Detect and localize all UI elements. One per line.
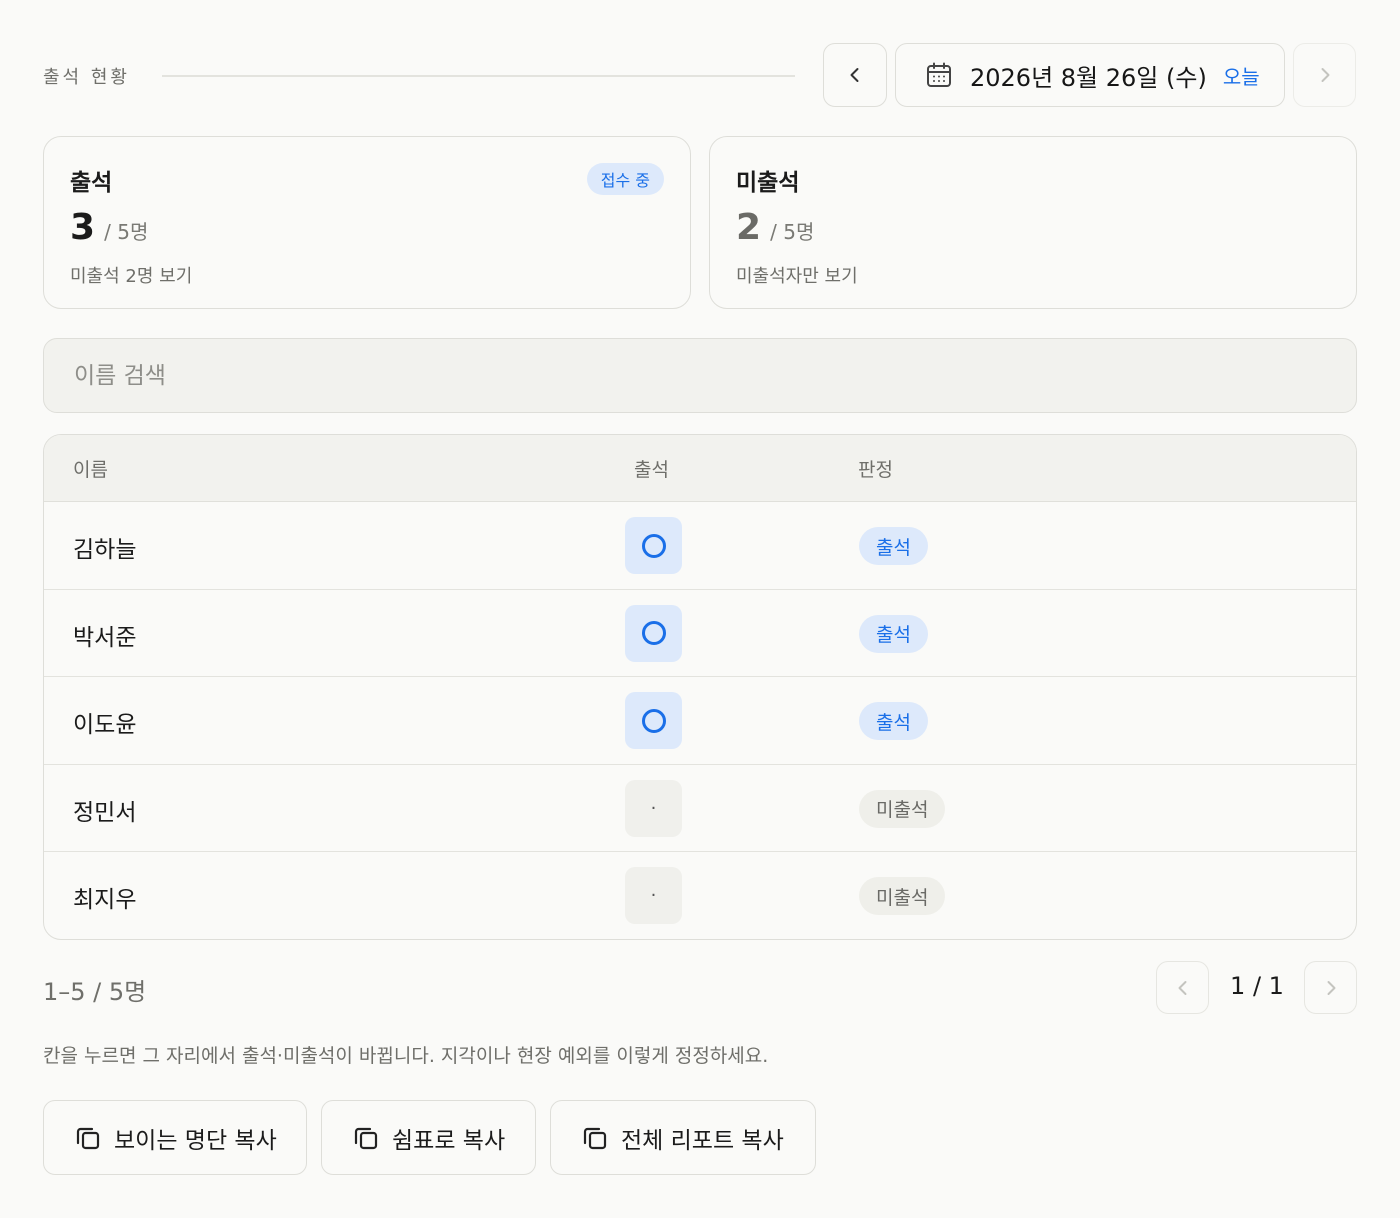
attendance-toggle[interactable]: · [625, 779, 682, 837]
absent-count: 2 / 5명 [736, 207, 814, 248]
copy-csv-button[interactable]: 쉼표로 복사 [321, 1100, 536, 1175]
attendance-toggle[interactable] [625, 517, 682, 574]
attendance-table: 이름 출석 판정 김하늘 출석 박서준 출석 이도윤 출석 정민서 · 미출석 … [43, 434, 1357, 940]
copy-icon [583, 1127, 607, 1149]
table-row: 김하늘 출석 [44, 502, 1356, 590]
present-mark-icon [641, 533, 666, 558]
name-search-input[interactable] [43, 338, 1357, 413]
present-card-label: 출석 [70, 170, 113, 196]
verdict-badge: 출석 [859, 702, 928, 740]
view-absent-link[interactable]: 미출석 2명 보기 [70, 262, 192, 288]
present-count-number: 3 [70, 207, 96, 248]
absent-only-link[interactable]: 미출석자만 보기 [736, 262, 858, 288]
copy-icon [354, 1127, 378, 1149]
present-mark-icon [641, 708, 666, 733]
absent-summary-card[interactable]: 미출석 2 / 5명 미출석자만 보기 [709, 136, 1357, 309]
student-name: 최지우 [73, 887, 137, 913]
verdict-badge: 출석 [859, 527, 928, 565]
prev-page-button[interactable] [1156, 961, 1209, 1014]
absent-mark: · [650, 885, 657, 906]
present-count-total: / 5명 [104, 220, 149, 244]
absent-count-total: / 5명 [770, 220, 815, 244]
present-count: 3 / 5명 [70, 207, 148, 248]
date-picker[interactable]: 2026년 8월 26일 (수) 오늘 [895, 43, 1285, 107]
today-link[interactable]: 오늘 [1223, 61, 1260, 90]
prev-day-button[interactable] [823, 43, 887, 107]
attendance-page: 출석 현황 2026년 8월 26일 (수) 오늘 출석 접수 중 3 / 5명… [0, 0, 1400, 1218]
copy-visible-label: 보이는 명단 복사 [114, 1127, 277, 1154]
next-page-button[interactable] [1304, 961, 1357, 1014]
absent-card-label: 미출석 [736, 170, 800, 196]
calendar-icon [927, 62, 951, 87]
present-mark-icon [641, 621, 666, 645]
verdict-badge: 미출석 [859, 877, 946, 915]
attendance-toggle[interactable] [625, 604, 682, 662]
attendance-toggle[interactable]: · [625, 867, 682, 924]
chevron-left-icon [1178, 980, 1186, 995]
table-row: 이도윤 출석 [44, 677, 1356, 765]
column-header-attendance[interactable]: 출석 [634, 455, 669, 482]
status-badge: 접수 중 [586, 163, 664, 195]
copy-report-label: 전체 리포트 복사 [621, 1127, 784, 1154]
absent-count-number: 2 [736, 207, 762, 248]
verdict-badge: 출석 [859, 614, 928, 653]
verdict-badge: 미출석 [859, 789, 946, 828]
section-title: 출석 현황 [43, 67, 130, 88]
student-name: 김하늘 [73, 537, 137, 563]
copy-icon [76, 1127, 100, 1149]
help-text: 칸을 누르면 그 자리에서 출석·미출석이 바뀝니다. 지각이나 현장 예외를 … [43, 1045, 769, 1067]
student-name: 박서준 [73, 624, 137, 651]
chevron-left-icon [850, 68, 859, 82]
page-indicator: 1 / 1 [1230, 972, 1284, 1000]
copy-full-report-button[interactable]: 전체 리포트 복사 [550, 1100, 816, 1175]
next-day-button[interactable] [1293, 43, 1356, 107]
attendance-toggle[interactable] [625, 692, 682, 749]
student-name: 정민서 [73, 799, 137, 826]
student-name: 이도윤 [73, 712, 137, 738]
column-header-name[interactable]: 이름 [73, 455, 108, 482]
copy-visible-list-button[interactable]: 보이는 명단 복사 [43, 1100, 307, 1175]
top-bar: 출석 현황 2026년 8월 26일 (수) 오늘 [43, 43, 1357, 107]
column-header-verdict[interactable]: 판정 [858, 455, 893, 482]
title-divider [162, 75, 795, 77]
current-date: 2026년 8월 26일 (수) [970, 63, 1207, 92]
present-summary-card: 출석 접수 중 3 / 5명 미출석 2명 보기 [43, 136, 691, 309]
table-row: 최지우 · 미출석 [44, 852, 1356, 939]
table-row: 박서준 출석 [44, 590, 1356, 677]
table-row: 정민서 · 미출석 [44, 765, 1356, 852]
table-header: 이름 출석 판정 [44, 435, 1356, 502]
result-range: 1–5 / 5명 [43, 978, 147, 1006]
chevron-right-icon [1327, 980, 1335, 995]
absent-mark: · [650, 797, 657, 819]
copy-csv-label: 쉼표로 복사 [392, 1127, 506, 1154]
chevron-right-icon [1321, 68, 1329, 82]
